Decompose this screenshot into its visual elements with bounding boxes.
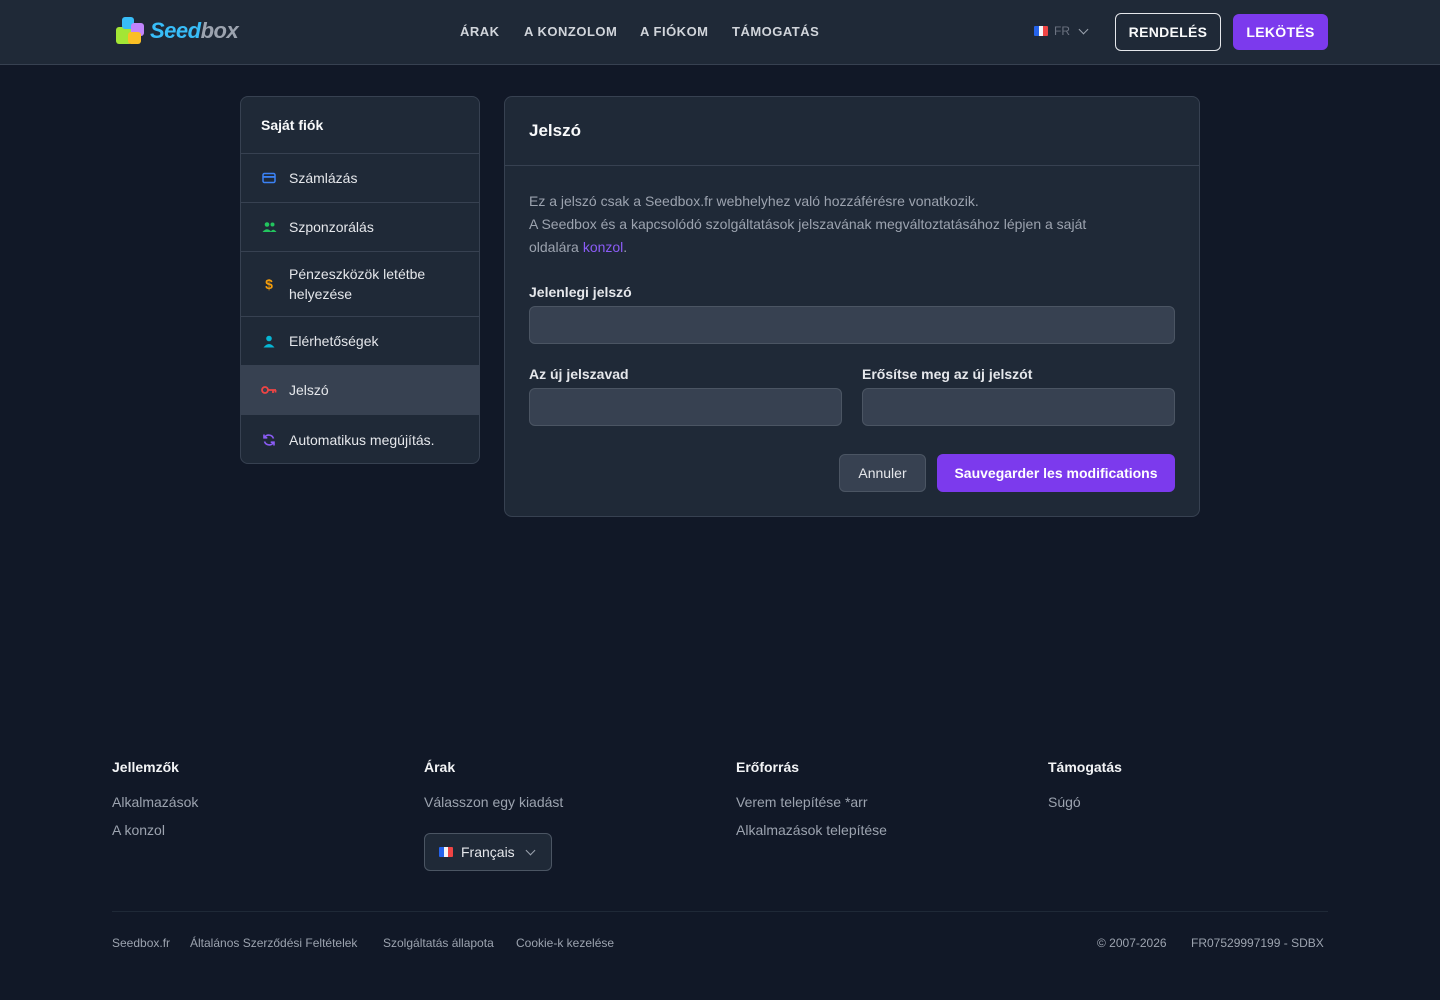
sidebar-title: Saját fiók	[241, 97, 479, 154]
logo-text: Seedbox	[150, 18, 239, 43]
sidebar-item-label: Jelszó	[289, 382, 329, 398]
legal-link-cookies[interactable]: Cookie-k kezelése	[516, 936, 614, 950]
nav-link-support[interactable]: TÁMOGATÁS	[732, 24, 819, 39]
chevron-down-icon	[1078, 24, 1089, 34]
top-navbar: Seedbox ÁRAK A KONZOLOM A FIÓKOM TÁMOGAT…	[0, 0, 1440, 65]
account-sidebar: Saját fiók Számlázás Szponzorálás $ Pénz…	[240, 96, 480, 464]
dollar-icon: $	[265, 276, 273, 292]
nav-link-console[interactable]: A KONZOLOM	[524, 24, 617, 39]
sidebar-item-label: Számlázás	[289, 170, 358, 186]
logo-cubes-icon	[114, 15, 148, 47]
chevron-down-icon	[525, 845, 536, 855]
sidebar-item-password[interactable]: Jelszó	[241, 366, 479, 415]
confirm-password-label: Erősítse meg az új jelszót	[862, 366, 1033, 382]
password-description: Ez a jelszó csak a Seedbox.fr webhelyhez…	[529, 190, 1149, 259]
confirm-password-input[interactable]	[862, 388, 1175, 426]
sidebar-item-label: Pénzeszközök letétbe helyezése	[289, 266, 426, 302]
save-button[interactable]: Sauvegarder les modifications	[937, 454, 1175, 492]
credit-card-icon	[261, 170, 277, 186]
footer-link-apps[interactable]: Alkalmazások	[112, 793, 198, 811]
description-line-1: Ez a jelszó csak a Seedbox.fr webhelyhez…	[529, 193, 979, 209]
footer-column-resources: Erőforrás Verem telepítése *arr Alkalmaz…	[736, 759, 887, 849]
new-password-input[interactable]	[529, 388, 842, 426]
footer-column-title: Árak	[424, 759, 456, 775]
legal-link-status[interactable]: Szolgáltatás állapota	[383, 936, 494, 950]
password-card: Jelszó Ez a jelszó csak a Seedbox.fr web…	[504, 96, 1200, 517]
page-title: Jelszó	[505, 97, 1199, 166]
sidebar-item-label: Automatikus megújítás.	[289, 431, 435, 448]
sidebar-item-auto-renewal[interactable]: Automatikus megújítás.	[241, 415, 479, 463]
footer-column-title: Jellemzők	[112, 759, 179, 775]
order-button[interactable]: RENDELÉS	[1115, 13, 1221, 51]
refresh-icon	[261, 432, 277, 448]
current-password-label: Jelenlegi jelszó	[529, 284, 632, 300]
copyright-text: © 2007-2026	[1097, 936, 1167, 950]
language-selector[interactable]: FR	[1034, 24, 1089, 38]
footer-column-prices: Árak Válasszon egy kiadást	[424, 759, 563, 821]
footer-link-help[interactable]: Súgó	[1048, 793, 1122, 811]
console-link[interactable]: konzol	[583, 239, 623, 255]
footer-column-features: Jellemzők Alkalmazások A konzol	[112, 759, 198, 849]
footer-link-stack-install[interactable]: Verem telepítése *arr	[736, 793, 887, 811]
legal-link-seedbox[interactable]: Seedbox.fr	[112, 936, 170, 950]
users-icon	[261, 219, 277, 235]
sidebar-item-billing[interactable]: Számlázás	[241, 154, 479, 203]
seedbox-logo[interactable]: Seedbox	[114, 15, 239, 47]
footer-link-app-install[interactable]: Alkalmazások telepítése	[736, 821, 887, 839]
sidebar-item-contacts[interactable]: Elérhetőségek	[241, 317, 479, 366]
nav-link-account[interactable]: A FIÓKOM	[640, 24, 709, 39]
footer-column-title: Erőforrás	[736, 759, 800, 775]
new-password-label: Az új jelszavad	[529, 366, 629, 382]
footer-language-select[interactable]: Français	[424, 833, 552, 871]
footer-link-choose-edition[interactable]: Válasszon egy kiadást	[424, 793, 563, 811]
key-icon	[261, 382, 277, 398]
cancel-button[interactable]: Annuler	[839, 454, 926, 492]
sidebar-item-sponsorship[interactable]: Szponzorálás	[241, 203, 479, 252]
user-icon	[261, 333, 277, 349]
footer-column-title: Támogatás	[1048, 759, 1122, 775]
footer-divider	[112, 911, 1328, 912]
language-code: FR	[1054, 24, 1070, 38]
legal-link-terms[interactable]: Általános Szerződési Feltételek	[190, 936, 357, 950]
french-flag-icon	[439, 847, 453, 857]
nav-link-prices[interactable]: ÁRAK	[460, 24, 500, 39]
current-password-input[interactable]	[529, 306, 1175, 344]
sidebar-item-label: Szponzorálás	[289, 219, 374, 235]
french-flag-icon	[1034, 26, 1048, 36]
sidebar-item-label: Elérhetőségek	[289, 333, 379, 349]
sidebar-item-deposit[interactable]: $ Pénzeszközök letétbe helyezése	[241, 252, 479, 317]
footer-language-value: Français	[461, 844, 515, 860]
company-id-text: FR07529997199 - SDBX	[1191, 936, 1324, 950]
login-button[interactable]: LEKÖTÉS	[1233, 14, 1328, 50]
footer-link-console[interactable]: A konzol	[112, 821, 198, 839]
footer-column-support: Támogatás Súgó	[1048, 759, 1122, 821]
